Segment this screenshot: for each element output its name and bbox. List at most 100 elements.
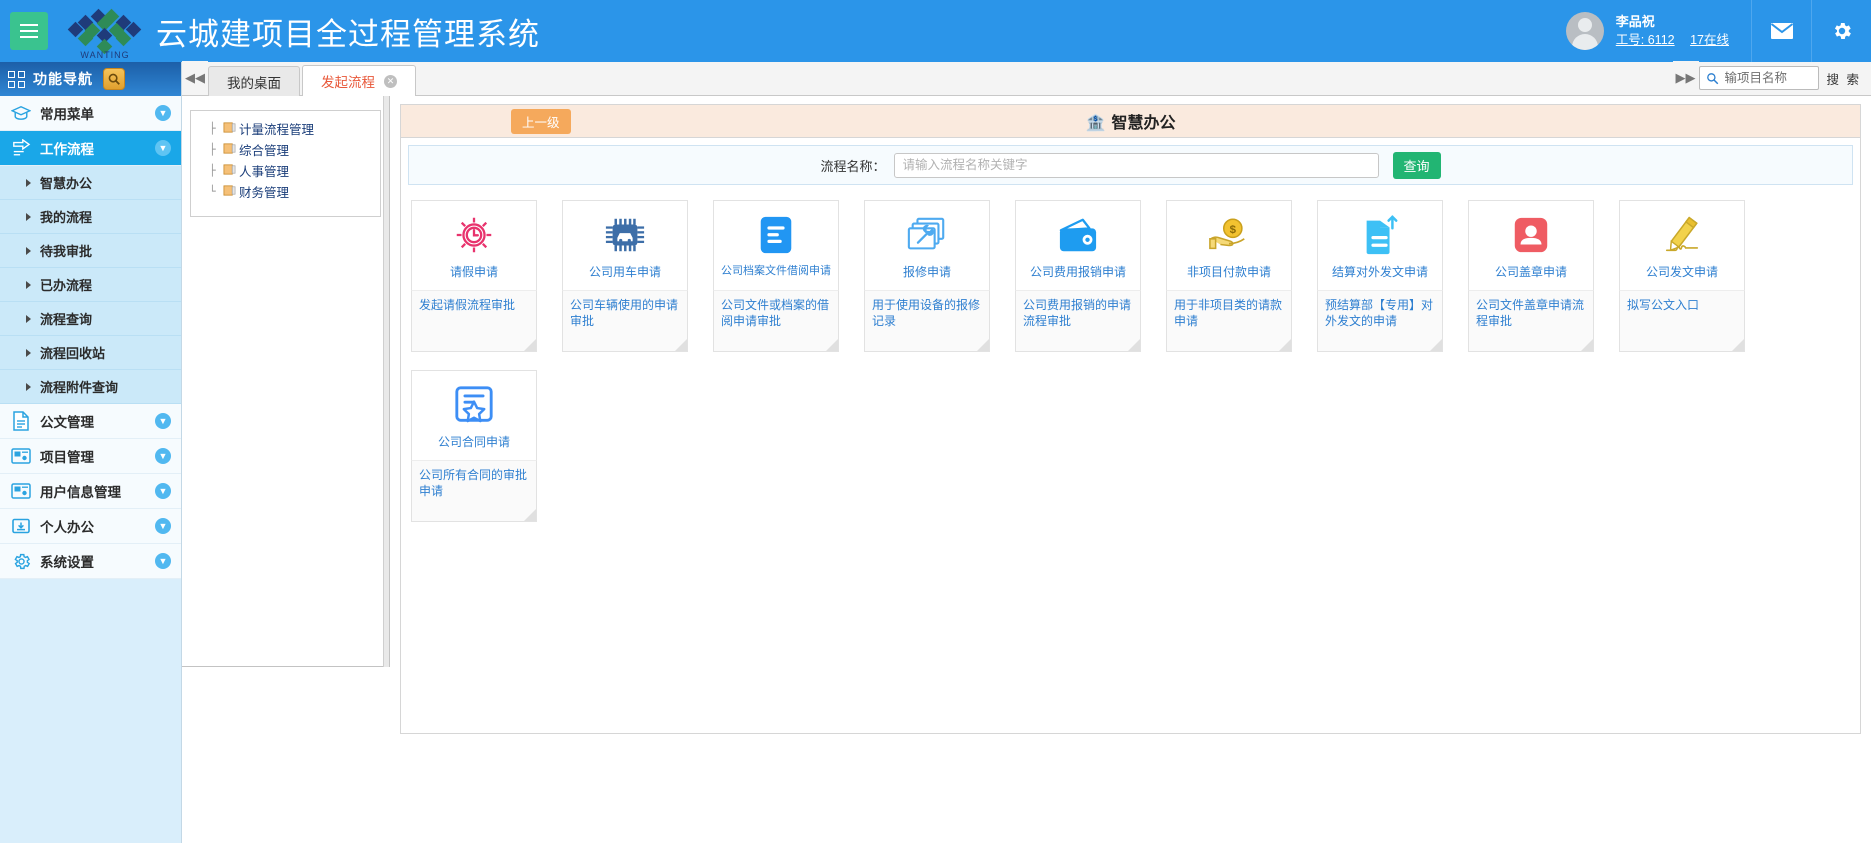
card-title: 报修申请 [902,265,951,279]
gear-icon[interactable] [1811,0,1871,62]
card-top: 公司盖章申请 [1468,200,1594,290]
avatar [1565,12,1604,50]
process-card-expense-reimbursement[interactable]: 公司费用报销申请 公司费用报销的申请流程审批 [1015,200,1141,352]
app-title: 云城建项目全过程管理系统 [156,16,540,52]
chevron-down-icon[interactable]: ▼ [155,483,171,499]
tab-label: 我的桌面 [227,75,281,91]
triangle-icon [26,246,31,255]
chevron-down-icon[interactable]: ▼ [155,518,171,534]
sidebar-header-label: 功能导航 [33,71,93,87]
search-button[interactable]: 搜 索 [1827,69,1861,88]
pencil-sign-icon [1659,212,1705,258]
tree-node-measurement[interactable]: ├ 计量流程管理 [191,118,380,139]
tabbar-right-group: ▶▶ 搜 索 [1672,61,1871,95]
card-top: 公司合同申请 [411,370,537,460]
sidebar-subitem-process-attachment-query[interactable]: 流程附件查询 [0,370,181,404]
tree-guide: ├ [209,143,216,156]
card-description: 用于使用设备的报修记录 [864,290,990,352]
sidebar-item-workflow[interactable]: 工作流程 ▼ [0,131,181,166]
card-description: 公司车辆使用的申请审批 [562,290,688,352]
sidebar-item-label: 项目管理 [40,450,94,465]
close-icon[interactable]: ✕ [384,74,397,88]
sidebar-header: 功能导航 [0,62,181,96]
tab-my-desktop[interactable]: 我的桌面 [208,66,300,96]
process-card-company-dispatch[interactable]: 公司发文申请 拟写公文入口 [1619,200,1745,352]
graduation-cap-icon [10,102,32,124]
clock-gear-icon [451,212,497,258]
card-description: 拟写公文入口 [1619,290,1745,352]
process-name-input[interactable] [893,152,1379,178]
chevron-down-icon[interactable]: ▼ [155,140,171,156]
card-description: 公司文件或档案的借阅申请审批 [713,290,839,352]
grid-icon [8,70,25,88]
sidebar-subitem-pending-approval[interactable]: 待我审批 [0,234,181,268]
process-panel: 上一级 🏦智慧办公 流程名称： 查询 [400,104,1861,734]
tab-label: 发起流程 [321,75,375,90]
chevron-down-icon[interactable]: ▼ [155,553,171,569]
user-profile[interactable]: 李品祝 工号: 6112 17在线 [1556,12,1751,50]
tree-box: ├ 计量流程管理 ├ 综合管理 ├ 人事管理 └ 财务管理 [190,110,381,217]
sidebar-subitem-my-process[interactable]: 我的流程 [0,200,181,234]
sidebar-item-system-settings[interactable]: 系统设置 ▼ [0,544,181,579]
chevron-down-icon[interactable]: ▼ [155,105,171,121]
sidebar-item-personal-office[interactable]: 个人办公 ▼ [0,509,181,544]
tree-node-general[interactable]: ├ 综合管理 [191,139,380,160]
svg-text:WANTING: WANTING [80,50,129,59]
query-button[interactable]: 查询 [1392,151,1441,179]
file-upload-icon [1359,212,1401,258]
card-top: 请假申请 [411,200,537,290]
process-card-repair-request[interactable]: 报修申请 用于使用设备的报修记录 [864,200,990,352]
sidebar-subitem-label: 待我审批 [40,244,93,259]
sidebar-item-common-menu[interactable]: 常用菜单 ▼ [0,96,181,131]
tree-guide: ├ [209,164,216,177]
card-title: 结算对外发文申请 [1331,265,1428,279]
sidebar-item-project-management[interactable]: 项目管理 ▼ [0,439,181,474]
process-card-leave-request[interactable]: 请假申请 发起请假流程审批 [411,200,537,352]
magnifier-icon[interactable] [103,68,125,90]
project-search-box[interactable] [1698,66,1819,90]
sidebar-item-label: 个人办公 [40,520,94,535]
card-title: 公司档案文件借阅申请 [721,265,831,277]
process-card-company-vehicle[interactable]: 公司用车申请 公司车辆使用的申请审批 [562,200,688,352]
process-card-archive-borrow[interactable]: 公司档案文件借阅申请 公司文件或档案的借阅申请审批 [713,200,839,352]
double-chevron-left-icon[interactable]: ◀◀ [182,61,208,95]
sidebar-item-official-document[interactable]: 公文管理 ▼ [0,404,181,439]
sidebar-subitem-process-query[interactable]: 流程查询 [0,302,181,336]
process-card-settlement-dispatch[interactable]: 结算对外发文申请 预结算部【专用】对外发文的申请 [1317,200,1443,352]
triangle-icon [26,382,31,391]
inbox-icon [10,515,32,537]
chevron-down-icon[interactable]: ▼ [155,448,171,464]
process-card-company-contract[interactable]: 公司合同申请 公司所有合同的审批申请 [411,370,537,522]
card-title: 请假申请 [449,265,498,279]
tree-node-hr[interactable]: ├ 人事管理 [191,160,380,181]
sidebar-subitem-label: 已办流程 [40,278,93,293]
main-content: 上一级 🏦智慧办公 流程名称： 查询 [390,96,1871,843]
sidebar-subitem-smart-office[interactable]: 智慧办公 [0,166,181,200]
card-top: 结算对外发文申请 [1317,200,1443,290]
sidebar-subitem-process-recycle[interactable]: 流程回收站 [0,336,181,370]
card-top: 公司用车申请 [562,200,688,290]
search-input[interactable] [1722,70,1812,86]
process-card-non-project-payment[interactable]: $ 非项目付款申请 用于非项目类的请款申请 [1166,200,1292,352]
tree-splitter-handle[interactable] [383,96,389,667]
process-category-tree-panel: ├ 计量流程管理 ├ 综合管理 ├ 人事管理 └ 财务管理 [182,96,390,667]
card-description: 公司文件盖章申请流程审批 [1468,290,1594,352]
process-card-company-seal[interactable]: 公司盖章申请 公司文件盖章申请流程审批 [1468,200,1594,352]
envelope-icon[interactable] [1751,0,1811,62]
page-title: 🏦 智慧办公 [401,109,1860,133]
tab-start-process[interactable]: 发起流程 ✕ [302,65,416,96]
sidebar-item-user-info-management[interactable]: 用户信息管理 ▼ [0,474,181,509]
document-icon [10,410,32,432]
double-chevron-right-icon[interactable]: ▶▶ [1672,61,1699,95]
sidebar-subitem-label: 流程回收站 [40,346,106,361]
tree-node-finance[interactable]: └ 财务管理 [191,181,380,202]
sidebar-item-label: 系统设置 [40,555,94,570]
tree-node-label: 财务管理 [239,186,290,200]
chevron-down-icon[interactable]: ▼ [155,413,171,429]
user-name: 李品祝 [1615,13,1655,29]
hamburger-icon[interactable] [10,12,48,50]
sidebar-subitem-done-process[interactable]: 已办流程 [0,268,181,302]
online-count[interactable]: 17在线 [1690,33,1729,47]
project-icon [10,445,32,467]
triangle-icon [26,314,31,323]
